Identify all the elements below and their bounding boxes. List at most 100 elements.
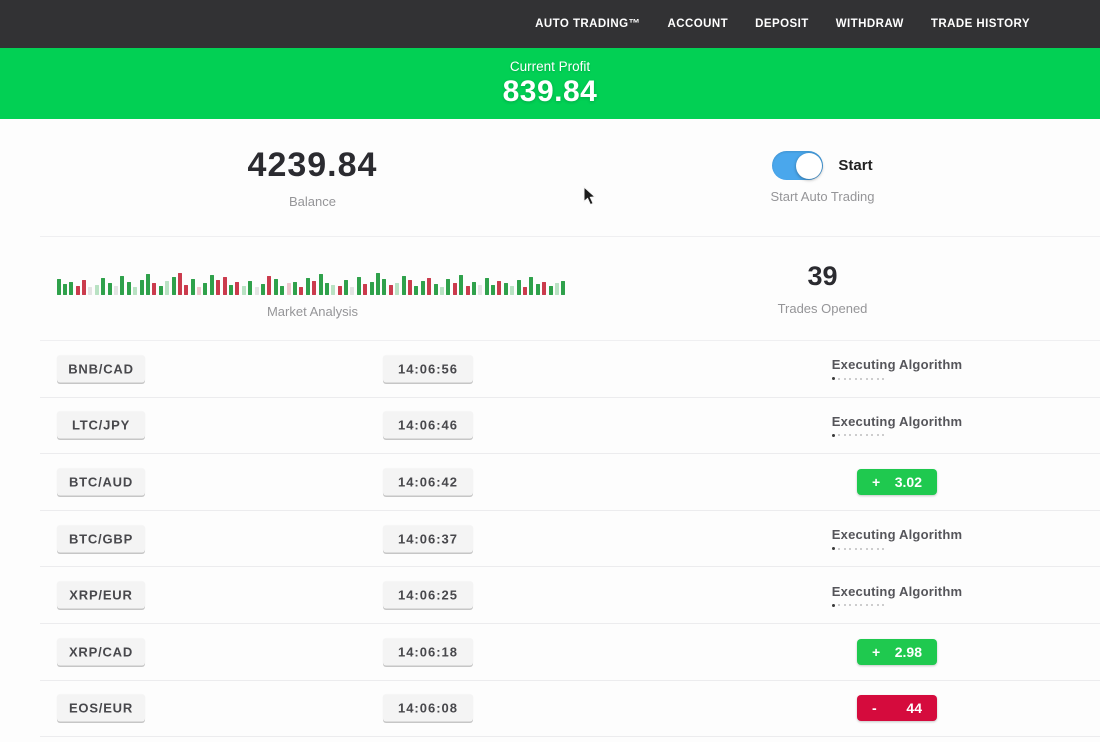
progress-dot	[877, 548, 879, 550]
time-badge: 14:06:42	[383, 468, 473, 495]
market-bar	[274, 279, 278, 295]
market-bar	[453, 283, 457, 295]
time-badge: 14:06:46	[383, 412, 473, 439]
market-bar	[440, 287, 444, 295]
trade-row: BTC/AUD 14:06:42 + 3.02	[40, 454, 1100, 511]
market-bar	[108, 283, 112, 295]
pair-badge[interactable]: LTC/JPY	[57, 412, 145, 439]
nav-item-account[interactable]: ACCOUNT	[667, 18, 728, 30]
pair-badge[interactable]: EOS/EUR	[57, 695, 145, 722]
progress-dot	[838, 548, 840, 550]
market-bar	[235, 282, 239, 295]
trade-row: EOS/EUR 14:06:08 - 44	[40, 681, 1100, 738]
market-bar	[172, 277, 176, 295]
market-analysis-chart	[57, 259, 569, 295]
market-bar	[529, 277, 533, 295]
market-bar	[88, 287, 92, 295]
progress-dot	[866, 434, 868, 436]
market-bar	[408, 280, 412, 295]
market-bar	[549, 286, 553, 295]
market-bar	[63, 284, 67, 295]
progress-dot	[832, 604, 835, 607]
current-profit-value: 839.84	[503, 75, 598, 109]
market-bar	[561, 281, 565, 295]
pair-badge[interactable]: BTC/GBP	[57, 525, 145, 552]
progress-dot	[877, 378, 879, 380]
nav-item-withdraw[interactable]: WITHDRAW	[836, 18, 904, 30]
progress-dot	[882, 434, 884, 436]
market-bar	[255, 287, 259, 295]
nav-item-trade-history[interactable]: TRADE HISTORY	[931, 18, 1030, 30]
trade-status-cell: + 3.02	[777, 454, 1017, 510]
market-bar	[338, 286, 342, 295]
market-bar	[114, 286, 118, 295]
market-bar	[210, 275, 214, 295]
pair-badge[interactable]: BNB/CAD	[57, 355, 145, 382]
market-bar	[191, 279, 195, 295]
trade-status-cell: - 44	[777, 681, 1017, 737]
market-bar	[248, 281, 252, 295]
progress-dot	[860, 548, 862, 550]
progress-dot	[832, 547, 835, 550]
progress-dots	[832, 377, 962, 380]
market-bar	[57, 279, 61, 295]
trade-row: BNB/CAD 14:06:56 Executing Algorithm	[40, 341, 1100, 398]
market-bar	[434, 284, 438, 295]
market-bar	[140, 280, 144, 295]
progress-dot	[844, 434, 846, 436]
market-bar	[542, 282, 546, 295]
trade-result-badge: + 2.98	[857, 639, 937, 665]
market-bar	[280, 286, 284, 295]
progress-dot	[855, 548, 857, 550]
progress-dot	[877, 434, 879, 436]
result-sign: +	[872, 644, 880, 660]
executing-algorithm-label: Executing Algorithm	[832, 584, 962, 599]
pair-badge[interactable]: XRP/EUR	[57, 582, 145, 609]
market-bar	[555, 283, 559, 295]
market-bar	[376, 273, 380, 295]
trade-status-cell: Executing Algorithm	[777, 511, 1017, 567]
auto-trading-toggle[interactable]	[772, 151, 823, 180]
market-bar	[485, 278, 489, 295]
market-bar	[491, 285, 495, 295]
pair-badge[interactable]: BTC/AUD	[57, 468, 145, 495]
progress-dot	[860, 378, 862, 380]
trade-row: XRP/CAD 14:06:18 + 2.98	[40, 624, 1100, 681]
progress-dot	[882, 378, 884, 380]
executing-algorithm-label: Executing Algorithm	[832, 527, 962, 542]
trade-status-cell: Executing Algorithm	[777, 398, 1017, 454]
progress-dot	[860, 604, 862, 606]
market-bar	[319, 274, 323, 295]
auto-trading-caption: Start Auto Trading	[770, 189, 874, 204]
market-bar	[165, 281, 169, 295]
market-bar	[497, 281, 501, 295]
market-bar	[395, 283, 399, 295]
market-bar	[95, 285, 99, 295]
market-bar	[357, 277, 361, 295]
nav-item-auto-trading[interactable]: AUTO TRADING™	[535, 18, 640, 30]
time-badge: 14:06:08	[383, 695, 473, 722]
trade-row: LTC/JPY 14:06:46 Executing Algorithm	[40, 398, 1100, 455]
progress-dot	[844, 604, 846, 606]
market-bar	[120, 276, 124, 295]
progress-dot	[871, 378, 873, 380]
progress-dot	[871, 604, 873, 606]
progress-dot	[866, 548, 868, 550]
market-bar	[267, 276, 271, 295]
market-bar	[459, 275, 463, 295]
balance-label: Balance	[289, 194, 336, 209]
market-bar	[414, 286, 418, 295]
progress-dot	[855, 378, 857, 380]
result-amount: 2.98	[895, 644, 922, 660]
market-bar	[331, 285, 335, 295]
nav-item-deposit[interactable]: DEPOSIT	[755, 18, 809, 30]
market-bar	[293, 282, 297, 295]
market-bar	[523, 287, 527, 295]
market-bar	[350, 287, 354, 295]
market-bar	[146, 274, 150, 295]
market-bar	[478, 285, 482, 295]
market-bar	[287, 283, 291, 295]
market-bar	[223, 277, 227, 295]
market-bar	[325, 283, 329, 295]
pair-badge[interactable]: XRP/CAD	[57, 638, 145, 665]
